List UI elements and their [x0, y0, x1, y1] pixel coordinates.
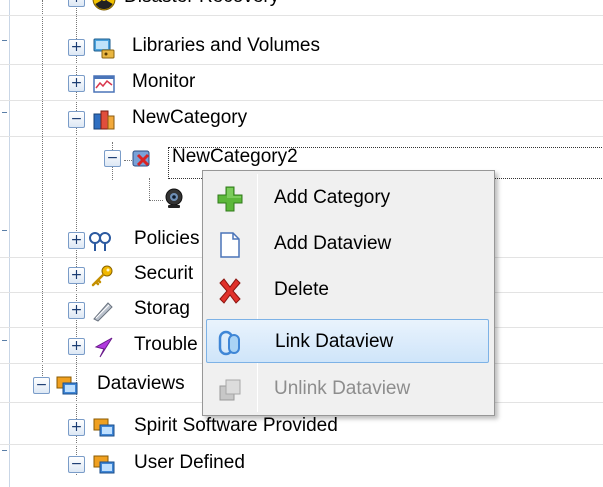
tree-label: Libraries and Volumes: [132, 35, 320, 56]
webcam-icon: [165, 188, 183, 208]
expand-icon[interactable]: +: [68, 0, 85, 7]
dataviews-icon: [56, 376, 78, 395]
collapse-icon[interactable]: −: [68, 111, 85, 128]
collapse-icon[interactable]: −: [33, 377, 50, 394]
unlink-icon: [219, 379, 241, 401]
expand-icon[interactable]: +: [68, 75, 85, 92]
tree-row[interactable]: + Monitor: [0, 65, 603, 101]
storage-icon: [93, 302, 113, 322]
category-icon: [132, 150, 150, 167]
radiation-icon: [92, 0, 116, 11]
menu-item-label: Add Category: [274, 187, 391, 208]
expand-icon[interactable]: +: [68, 419, 85, 436]
expand-icon[interactable]: +: [68, 39, 85, 56]
menu-item-add-dataview[interactable]: Add Dataview: [206, 222, 489, 266]
collapse-icon[interactable]: −: [68, 456, 85, 473]
delete-icon: [219, 278, 241, 304]
tree-label: Disaster Recovery: [124, 0, 279, 8]
flag-icon: [94, 337, 113, 358]
key-icon: [91, 265, 113, 287]
tree-label: Spirit Software Provided: [134, 415, 338, 436]
menu-item-add-category[interactable]: Add Category: [206, 176, 489, 220]
collapse-icon[interactable]: −: [104, 150, 121, 167]
menu-item-delete[interactable]: Delete: [206, 268, 489, 312]
plus-icon: [217, 186, 243, 212]
tree-row[interactable]: − NewCategory: [0, 101, 603, 137]
tree-label: NewCategory2: [172, 146, 298, 167]
expand-icon[interactable]: +: [68, 267, 85, 284]
policies-icon: [89, 232, 111, 251]
menu-item-link-dataview[interactable]: Link Dataview: [206, 319, 489, 363]
expand-icon[interactable]: +: [68, 338, 85, 355]
dataviews-icon: [93, 418, 115, 437]
tree-row[interactable]: + Disaster Recovery: [0, 0, 603, 16]
menu-item-unlink-dataview[interactable]: Unlink Dataview: [206, 367, 489, 411]
tree-label: Policies: [134, 228, 200, 249]
menu-item-label: Unlink Dataview: [274, 378, 411, 399]
tree-row[interactable]: + Libraries and Volumes: [0, 29, 603, 65]
tree-label: Dataviews: [97, 373, 185, 394]
tree-label: NewCategory: [132, 107, 248, 128]
tree-label: Securit: [134, 263, 194, 284]
document-icon: [220, 232, 240, 258]
menu-item-label: Link Dataview: [275, 331, 394, 352]
tree-label: Storag: [134, 298, 190, 319]
dataviews-icon: [93, 455, 115, 474]
menu-item-label: Delete: [274, 279, 329, 300]
library-icon: [93, 38, 115, 59]
menu-item-label: Add Dataview: [274, 233, 392, 254]
category-icon: [93, 110, 115, 130]
tree-label: Monitor: [132, 71, 196, 92]
tree-label: User Defined: [134, 452, 245, 473]
tree-row[interactable]: − User Defined: [0, 446, 603, 482]
expand-icon[interactable]: +: [68, 232, 85, 249]
link-icon: [218, 330, 240, 356]
monitor-icon: [93, 75, 115, 93]
tree-label: Trouble: [134, 334, 198, 355]
expand-icon[interactable]: +: [68, 302, 85, 319]
context-menu: Add Category Add Dataview Delete Link Da…: [202, 170, 495, 416]
